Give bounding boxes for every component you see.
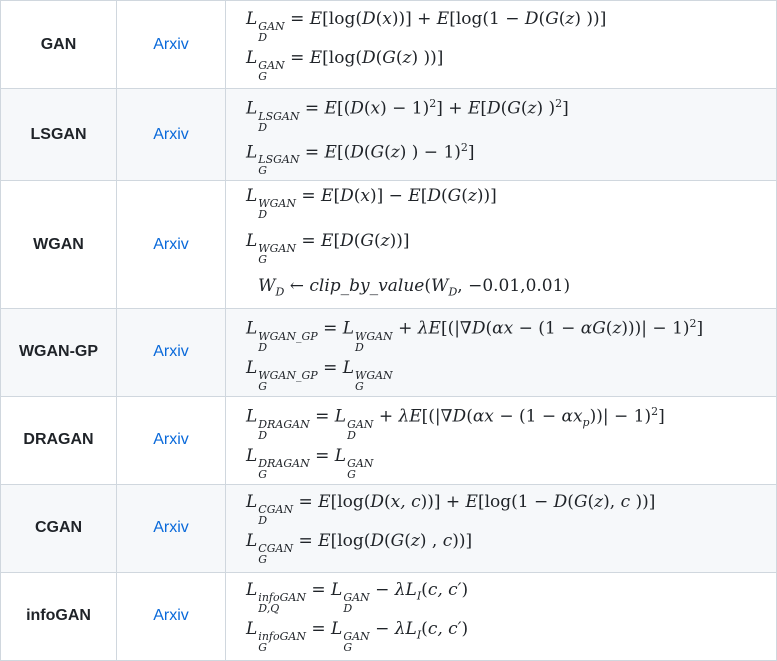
formula-cell: L LSGAN D = E[(D(x) − 1)2] + E[D(G(z) )2] … — [225, 87, 777, 182]
model-name: GAN — [0, 0, 117, 89]
table-row: WGAN-GP Arxiv L WGAN_GP D = L WGAN D + λE[(|… — [0, 307, 777, 397]
arxiv-link[interactable]: Arxiv — [153, 431, 189, 448]
arxiv-link[interactable]: Arxiv — [153, 607, 189, 624]
formula-line: L LSGAN D = E[(D(x) − 1)2] + E[D(G(z) )2] — [246, 97, 569, 134]
table-row: WGAN Arxiv L WGAN D = E[D(x)] − E[D(G(z))]… — [0, 180, 777, 309]
formula-line: L LSGAN G = E[(D(G(z) ) − 1)2] — [246, 140, 475, 178]
gan-loss-table: GAN Arxiv L GAN D = E[log(D(x))] + E[log(1… — [0, 0, 777, 661]
formula-cell: LinfoGAN D,Q = L GAN D − λLI(c, c′) LinfoGA… — [225, 571, 777, 661]
formula-line: L CGAN G = E[log(D(G(z) , c))] — [246, 531, 473, 567]
formula-line: L WGAN D = E[D(x)] − E[D(G(z))] — [246, 186, 497, 222]
formula-line: L DRAGAN G = L GAN G — [246, 445, 374, 481]
model-name: DRAGAN — [0, 395, 117, 485]
model-name: LSGAN — [0, 87, 117, 182]
arxiv-link[interactable]: Arxiv — [153, 519, 189, 536]
model-name: WGAN — [0, 180, 117, 309]
model-name: WGAN-GP — [0, 307, 117, 397]
formula-line: L DRAGAN D = L GAN D + λE[(|∇D(αx − (1 − αxp… — [246, 404, 665, 442]
formula-line: LinfoGAN D,Q = L GAN D − λLI(c, c′) — [246, 580, 469, 616]
formula-cell: L WGAN D = E[D(x)] − E[D(G(z))] L WGAN G = E… — [225, 180, 777, 309]
formula-cell: L WGAN_GP D = L WGAN D + λE[(|∇D(αx − (1 − α… — [225, 307, 777, 397]
formula-line: L CGAN D = E[log(D(x, c))] + E[log(1 − D(G… — [246, 492, 656, 528]
arxiv-link[interactable]: Arxiv — [153, 236, 189, 253]
formula-line: L GAN G = E[log(D(G(z) ))] — [246, 47, 444, 83]
formula-line: WD ← clip_by_value(WD, −0.01,0.01) — [258, 276, 571, 299]
arxiv-link[interactable]: Arxiv — [153, 343, 189, 360]
table-row: GAN Arxiv L GAN D = E[log(D(x))] + E[log(1… — [0, 0, 777, 89]
table-row: LSGAN Arxiv L LSGAN D = E[(D(x) − 1)2] + E… — [0, 87, 777, 182]
formula-line: L WGAN_GP D = L WGAN D + λE[(|∇D(αx − (1 − α… — [246, 316, 704, 354]
arxiv-link[interactable]: Arxiv — [153, 126, 189, 143]
formula-cell: L DRAGAN D = L GAN D + λE[(|∇D(αx − (1 − αxp… — [225, 395, 777, 485]
formula-line: L WGAN G = E[D(G(z))] — [246, 231, 410, 267]
formula-line: L WGAN_GP G = L WGAN G — [246, 357, 393, 393]
table-row: CGAN Arxiv L CGAN D = E[log(D(x, c))] + E[… — [0, 483, 777, 573]
formula-line: LinfoGAN G = L GAN G − λLI(c, c′) — [246, 619, 469, 655]
formula-cell: L CGAN D = E[log(D(x, c))] + E[log(1 − D(G… — [225, 483, 777, 573]
table-row: DRAGAN Arxiv L DRAGAN D = L GAN D + λE[(|∇D(… — [0, 395, 777, 485]
model-name: CGAN — [0, 483, 117, 573]
formula-line: L GAN D = E[log(D(x))] + E[log(1 − D(G(z) … — [246, 8, 607, 44]
model-name: infoGAN — [0, 571, 117, 661]
formula-cell: L GAN D = E[log(D(x))] + E[log(1 − D(G(z) … — [225, 0, 777, 89]
arxiv-link[interactable]: Arxiv — [153, 36, 189, 53]
table-row: infoGAN Arxiv LinfoGAN D,Q = L GAN D − λLI(… — [0, 571, 777, 661]
